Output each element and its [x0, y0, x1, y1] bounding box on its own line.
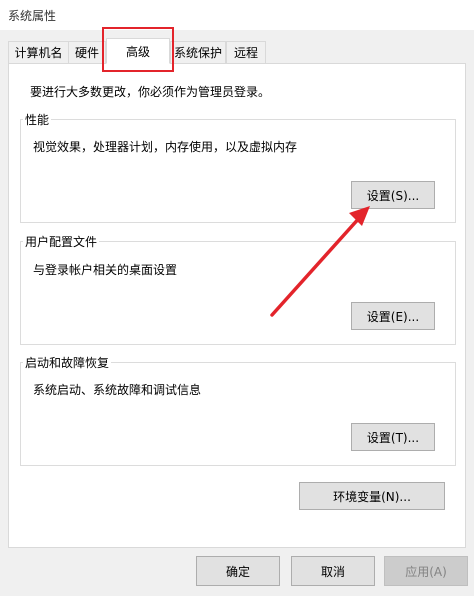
advanced-tab-panel: 要进行大多数更改，你必须作为管理员登录。 性能 视觉效果，处理器计划，内存使用，… [8, 63, 466, 548]
startup-recovery-description: 系统启动、系统故障和调试信息 [33, 383, 202, 397]
cancel-button[interactable]: 取消 [291, 556, 375, 586]
performance-settings-button[interactable]: 设置(S)... [351, 181, 435, 209]
tab-hardware[interactable]: 硬件 [68, 41, 106, 63]
tab-advanced[interactable]: 高级 [106, 38, 170, 64]
tab-computer-name[interactable]: 计算机名 [8, 41, 69, 63]
performance-group: 性能 视觉效果，处理器计划，内存使用，以及虚拟内存 设置(S)... [20, 111, 456, 223]
tab-remote[interactable]: 远程 [226, 41, 266, 63]
user-profiles-description: 与登录帐户相关的桌面设置 [33, 263, 178, 277]
apply-button[interactable]: 应用(A) [384, 556, 468, 586]
user-profiles-settings-button[interactable]: 设置(E)... [351, 302, 435, 330]
tab-system-protection[interactable]: 系统保护 [170, 41, 226, 63]
performance-description: 视觉效果，处理器计划，内存使用，以及虚拟内存 [33, 140, 298, 154]
performance-group-title: 性能 [23, 111, 52, 128]
startup-recovery-group: 启动和故障恢复 系统启动、系统故障和调试信息 设置(T)... [20, 354, 456, 466]
admin-notice: 要进行大多数更改，你必须作为管理员登录。 [30, 85, 271, 99]
user-profiles-group: 用户配置文件 与登录帐户相关的桌面设置 设置(E)... [20, 233, 456, 345]
user-profiles-group-title: 用户配置文件 [23, 233, 100, 250]
startup-recovery-group-title: 启动和故障恢复 [23, 354, 112, 371]
startup-recovery-settings-button[interactable]: 设置(T)... [351, 423, 435, 451]
ok-button[interactable]: 确定 [196, 556, 280, 586]
title-bar: 系统属性 [0, 0, 474, 30]
window-title: 系统属性 [8, 9, 57, 23]
environment-variables-button[interactable]: 环境变量(N)... [299, 482, 445, 510]
